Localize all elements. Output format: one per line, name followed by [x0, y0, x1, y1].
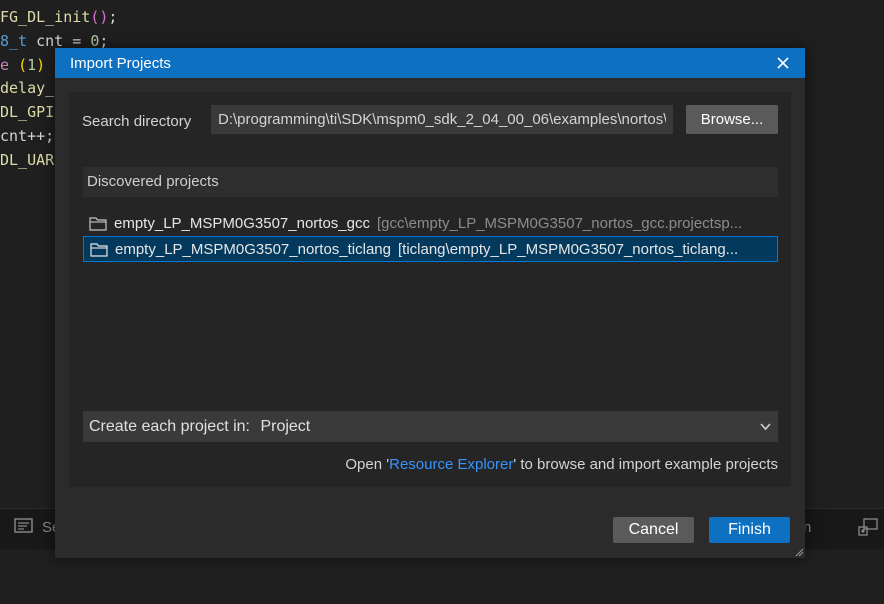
project-path: [ticlang\empty_LP_MSPM0G3507_nortos_ticl…: [398, 240, 739, 258]
close-icon: [777, 57, 789, 69]
import-projects-dialog: Import Projects Search directory Browse.…: [55, 48, 805, 558]
browse-button[interactable]: Browse...: [686, 105, 778, 134]
discovered-projects-header: Discovered projects: [83, 167, 778, 197]
close-button[interactable]: [773, 53, 793, 73]
search-directory-label: Search directory: [82, 113, 192, 130]
create-project-in-value: Project: [260, 418, 311, 435]
resource-explorer-link[interactable]: Resource Explorer: [389, 456, 513, 473]
project-item-ticlang[interactable]: empty_LP_MSPM0G3507_nortos_ticlang [ticl…: [83, 236, 778, 262]
hint-suffix: ' to browse and import example projects: [513, 456, 778, 473]
project-item-gcc[interactable]: empty_LP_MSPM0G3507_nortos_gcc [gcc\empt…: [83, 210, 778, 236]
message-icon[interactable]: [14, 518, 34, 534]
chevron-down-icon: [760, 423, 771, 431]
hint-prefix: Open ': [345, 456, 390, 473]
dialog-content: Search directory Browse... Discovered pr…: [69, 92, 791, 487]
folder-icon: [90, 242, 108, 257]
cancel-button[interactable]: Cancel: [613, 517, 694, 543]
discovered-projects-list: empty_LP_MSPM0G3507_nortos_gcc [gcc\empt…: [83, 207, 778, 377]
finish-button[interactable]: Finish: [709, 517, 790, 543]
code-line: DL_UAR: [0, 151, 55, 169]
code-line: delay_: [0, 79, 55, 97]
search-directory-input[interactable]: [211, 105, 673, 134]
code-line: e (1): [0, 56, 46, 74]
remote-window-icon[interactable]: [857, 518, 879, 538]
resize-grip-icon[interactable]: [795, 548, 804, 557]
project-path: [gcc\empty_LP_MSPM0G3507_nortos_gcc.proj…: [376, 214, 743, 232]
code-line: DL_GPI: [0, 103, 55, 121]
resource-explorer-hint: Open 'Resource Explorer' to browse and i…: [345, 456, 778, 473]
dialog-title: Import Projects: [70, 55, 171, 72]
create-project-in-label: Create each project in:: [89, 418, 250, 435]
project-name: empty_LP_MSPM0G3507_nortos_ticlang: [115, 240, 391, 258]
project-name: empty_LP_MSPM0G3507_nortos_gcc: [114, 214, 370, 232]
folder-icon: [89, 216, 107, 231]
code-line: cnt++;: [0, 127, 55, 145]
code-line: FG_DL_init();: [0, 8, 118, 26]
create-project-in-select[interactable]: Create each project in: Project: [83, 411, 778, 442]
dialog-titlebar[interactable]: Import Projects: [55, 48, 805, 78]
